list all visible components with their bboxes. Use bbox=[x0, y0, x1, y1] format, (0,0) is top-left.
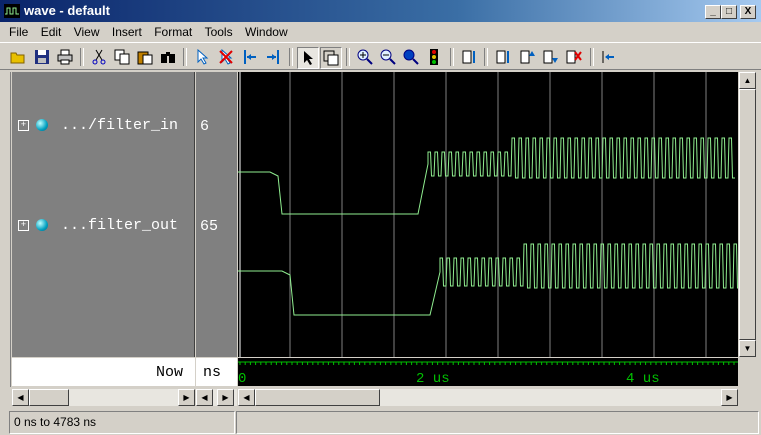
axis-tick-label: 2 us bbox=[416, 371, 450, 386]
pointer-icon[interactable] bbox=[297, 47, 319, 69]
signal-value: 65 bbox=[200, 218, 219, 235]
open-folder-icon[interactable] bbox=[8, 47, 28, 67]
menu-bar: File Edit View Insert Format Tools Windo… bbox=[0, 22, 761, 42]
scroll-right-icon[interactable]: ▶ bbox=[721, 389, 738, 406]
menu-view[interactable]: View bbox=[74, 25, 100, 39]
signal-value-pane[interactable]: 6 65 bbox=[196, 72, 237, 357]
jump-icon[interactable] bbox=[598, 47, 618, 67]
previous-edge-icon[interactable] bbox=[240, 47, 260, 67]
wave-delete-icon[interactable] bbox=[564, 47, 584, 67]
title-bar: wave - default _ □ X bbox=[0, 0, 761, 22]
zoom-mode-icon[interactable] bbox=[320, 47, 342, 69]
signal-name-pane[interactable]: + .../filter_in + ...filter_out bbox=[12, 72, 195, 357]
close-button[interactable]: X bbox=[740, 5, 756, 19]
hscroll-thumb[interactable] bbox=[255, 389, 380, 406]
menu-edit[interactable]: Edit bbox=[41, 25, 62, 39]
wave-up-icon[interactable] bbox=[518, 47, 538, 67]
find-icon[interactable] bbox=[158, 47, 178, 67]
waveform-filter-out bbox=[238, 243, 740, 316]
wave-app-icon bbox=[4, 4, 20, 18]
status-bar: 0 ns to 4783 ns bbox=[0, 408, 761, 435]
scroll-left-icon[interactable]: ◀ bbox=[12, 389, 29, 406]
unit-cell: ns bbox=[196, 358, 237, 386]
scroll-left-icon[interactable]: ◀ bbox=[238, 389, 255, 406]
delete-cursor-icon[interactable] bbox=[216, 47, 236, 67]
wave-down-icon[interactable] bbox=[541, 47, 561, 67]
expand-plus-icon[interactable]: + bbox=[18, 119, 29, 131]
expand-plus-icon[interactable]: + bbox=[18, 219, 29, 231]
scroll-right-icon[interactable]: ▶ bbox=[217, 389, 234, 406]
menu-tools[interactable]: Tools bbox=[205, 25, 233, 39]
signal-row-filter-out[interactable]: + ...filter_out bbox=[18, 217, 178, 234]
hscroll-thumb[interactable] bbox=[29, 389, 69, 406]
signal-row-filter-in[interactable]: + .../filter_in bbox=[18, 117, 178, 134]
signal-name: .../filter_in bbox=[61, 117, 179, 134]
vertical-scroll-thumb[interactable] bbox=[739, 89, 756, 340]
waveform-filter-in bbox=[238, 137, 735, 215]
status-empty-cell bbox=[236, 411, 759, 434]
scroll-down-icon[interactable]: ▼ bbox=[739, 340, 756, 357]
scroll-up-icon[interactable]: ▲ bbox=[739, 72, 756, 89]
now-label: Now bbox=[155, 364, 183, 381]
vertical-scrollbar[interactable]: ▲ ▼ bbox=[739, 72, 756, 357]
menu-file[interactable]: File bbox=[9, 25, 28, 39]
toolbar bbox=[0, 42, 761, 70]
save-icon[interactable] bbox=[32, 47, 52, 67]
cut-icon[interactable] bbox=[89, 47, 109, 67]
name-pane-hscroll[interactable]: ◀ ▶ bbox=[12, 389, 195, 406]
menu-window[interactable]: Window bbox=[245, 25, 288, 39]
maximize-button[interactable]: □ bbox=[721, 5, 737, 19]
wave-pane-hscroll[interactable]: ◀ ▶ bbox=[238, 389, 738, 406]
menu-insert[interactable]: Insert bbox=[112, 25, 142, 39]
time-axis-canvas: 0 2 us 4 us bbox=[238, 361, 738, 387]
expand-icon[interactable] bbox=[459, 47, 479, 67]
axis-tick-label: 4 us bbox=[626, 371, 660, 386]
wave-insert-icon[interactable] bbox=[494, 47, 514, 67]
stop-icon[interactable] bbox=[424, 47, 444, 67]
paste-icon[interactable] bbox=[135, 47, 155, 67]
time-unit: ns bbox=[203, 364, 222, 381]
signal-name: ...filter_out bbox=[61, 217, 179, 234]
time-axis: 0 2 us 4 us bbox=[238, 358, 738, 387]
zoom-out-icon[interactable] bbox=[378, 47, 398, 67]
signal-value: 6 bbox=[200, 118, 210, 135]
zoom-full-icon[interactable] bbox=[401, 47, 421, 67]
status-range-cell: 0 ns to 4783 ns bbox=[9, 411, 235, 434]
scroll-left-icon[interactable]: ◀ bbox=[196, 389, 213, 406]
window-title: wave - default bbox=[24, 3, 110, 18]
value-pane-hscroll[interactable]: ◀ ▶ bbox=[196, 389, 237, 406]
axis-tick-label: 0 bbox=[238, 371, 246, 386]
minimize-button[interactable]: _ bbox=[705, 5, 721, 19]
status-range: 0 ns to 4783 ns bbox=[14, 415, 97, 429]
copy-icon[interactable] bbox=[112, 47, 132, 67]
left-frame bbox=[4, 72, 11, 387]
signal-sphere-icon bbox=[36, 119, 49, 132]
select-cursor-icon[interactable] bbox=[192, 47, 212, 67]
print-icon[interactable] bbox=[55, 47, 75, 67]
zoom-in-icon[interactable] bbox=[355, 47, 375, 67]
menu-format[interactable]: Format bbox=[154, 25, 192, 39]
waveform-canvas[interactable] bbox=[238, 72, 740, 357]
waveform-pane[interactable] bbox=[238, 72, 740, 357]
next-edge-icon[interactable] bbox=[263, 47, 283, 67]
scroll-right-icon[interactable]: ▶ bbox=[178, 389, 195, 406]
now-label-cell: Now bbox=[12, 358, 195, 386]
signal-sphere-icon bbox=[36, 219, 49, 232]
